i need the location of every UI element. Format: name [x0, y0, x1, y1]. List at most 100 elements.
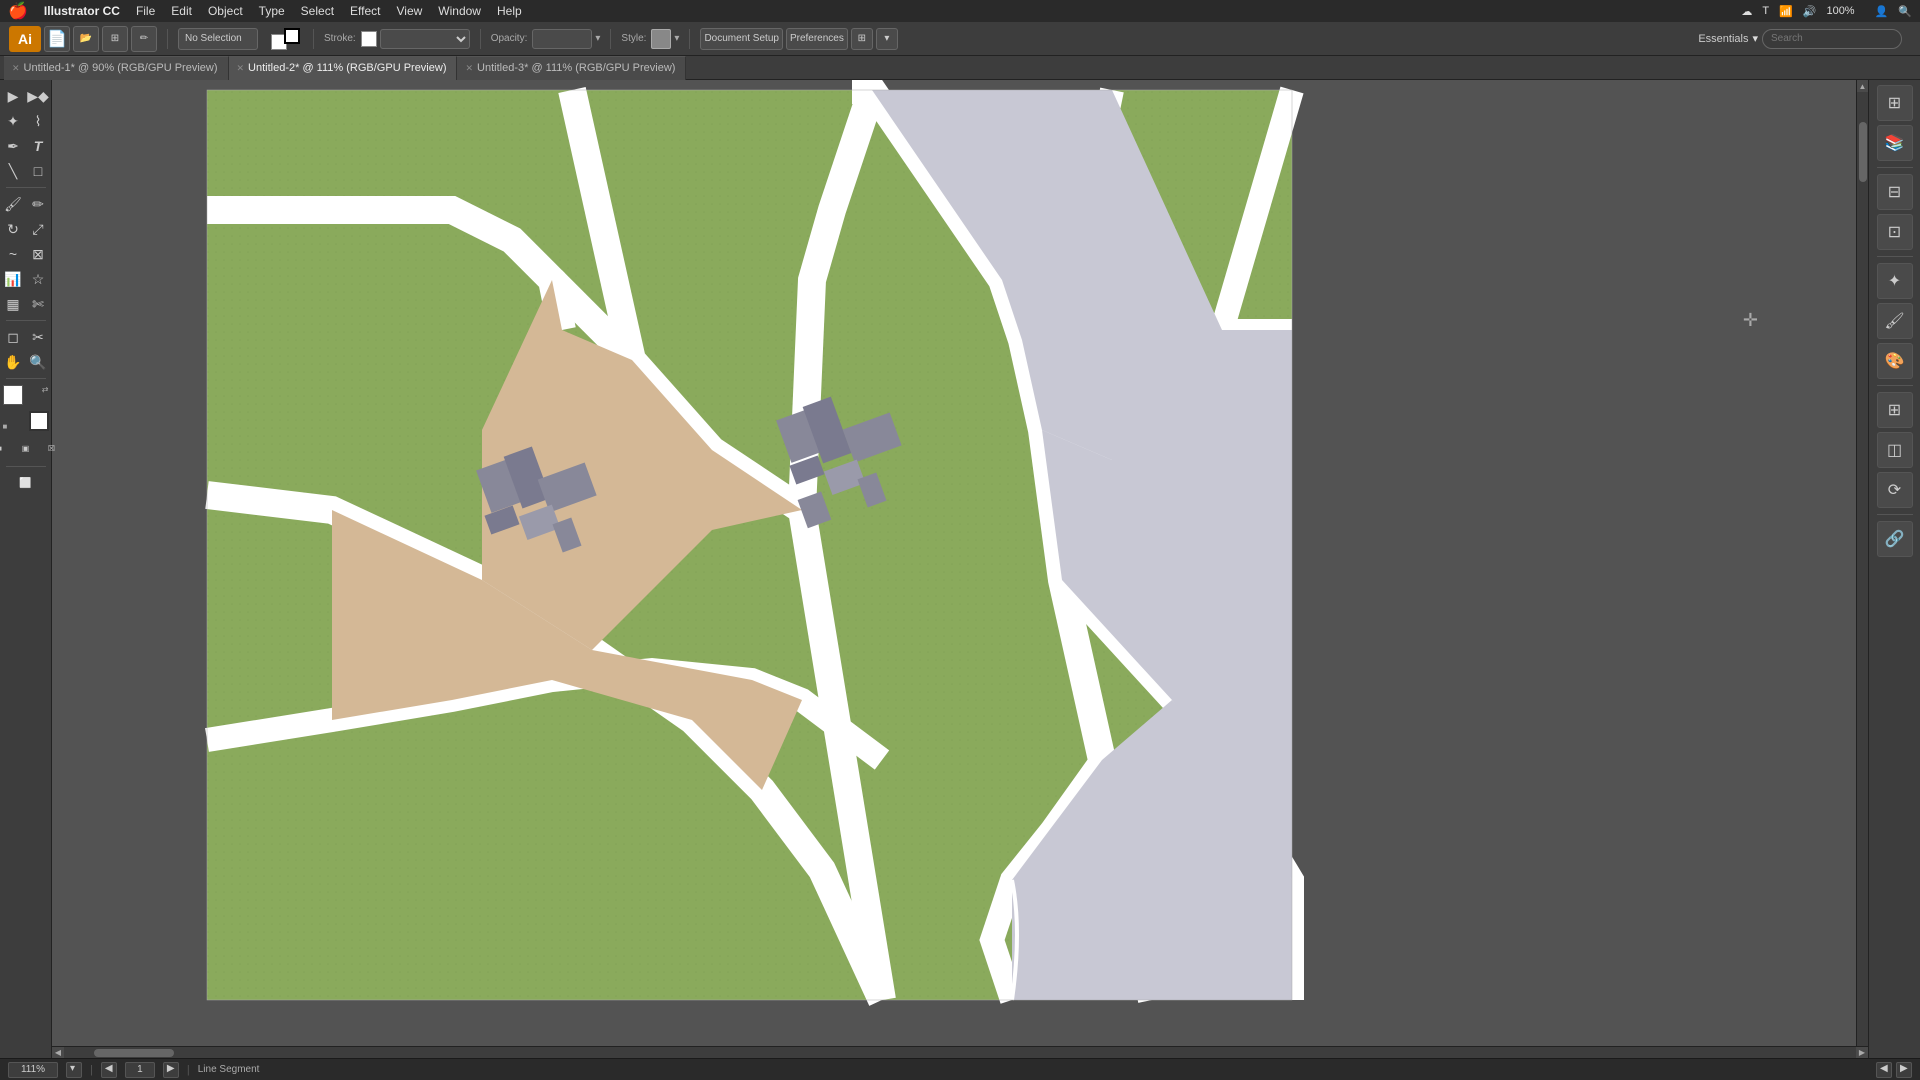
menu-window[interactable]: Window	[438, 4, 481, 18]
tab2-close[interactable]: ✕	[237, 63, 245, 74]
symbols-btn[interactable]: ✦	[1877, 263, 1913, 299]
pathfinder-btn[interactable]: ◫	[1877, 432, 1913, 468]
scale-tool[interactable]: ⤢	[26, 217, 50, 241]
stroke-weight-select[interactable]: 3 pt. Round	[380, 29, 470, 49]
workspace-selector[interactable]: Essentials ▾	[1698, 29, 1914, 49]
eraser-tool[interactable]: ◻	[1, 325, 25, 349]
preferences-btn[interactable]: Preferences	[786, 28, 848, 50]
swatches-btn[interactable]: 🎨	[1877, 343, 1913, 379]
menu-object[interactable]: Object	[208, 4, 243, 18]
transform-tool[interactable]: ⊠	[26, 242, 50, 266]
artboards-btn[interactable]: ⊡	[1877, 214, 1913, 250]
sep3	[480, 29, 481, 49]
graph-tool[interactable]: 📊	[1, 267, 25, 291]
extra-btn2[interactable]: ▾	[876, 28, 898, 50]
prev-page-btn[interactable]: ◀	[101, 1062, 117, 1078]
menu-help[interactable]: Help	[497, 4, 522, 18]
grid-view-btn[interactable]: ⊞	[102, 26, 128, 52]
slice-tool[interactable]: ✄	[26, 292, 50, 316]
tab3-close[interactable]: ✕	[465, 63, 473, 74]
zoom-input[interactable]: 111%	[8, 1062, 58, 1078]
artboard-nav-right[interactable]: ▶	[1896, 1062, 1912, 1078]
scroll-thumb-horizontal[interactable]	[94, 1049, 174, 1057]
page-input[interactable]	[125, 1062, 155, 1078]
scroll-right-arrow[interactable]: ▶	[1856, 1047, 1868, 1059]
line-tool[interactable]: ╲	[1, 159, 25, 183]
tab1-close[interactable]: ✕	[12, 63, 20, 74]
status-sep1: |	[90, 1064, 93, 1076]
next-page-btn[interactable]: ▶	[163, 1062, 179, 1078]
rotate-tool[interactable]: ↻	[1, 217, 25, 241]
workspace-dropdown-icon[interactable]: ▾	[1752, 32, 1758, 45]
hand-tool[interactable]: ✋	[1, 350, 25, 374]
sep4	[610, 29, 611, 49]
new-doc-btn[interactable]: 📄	[44, 26, 70, 52]
open-btn[interactable]: 📂	[73, 26, 99, 52]
properties-btn[interactable]: ⊞	[1877, 85, 1913, 121]
type-tool[interactable]: T	[26, 134, 50, 158]
fill-stroke-color-picker[interactable]: ⇄ ■	[3, 385, 49, 431]
search-input[interactable]	[1762, 29, 1902, 49]
style-box[interactable]	[651, 29, 671, 49]
transform-panel-btn[interactable]: ⟳	[1877, 472, 1913, 508]
tab-untitled3[interactable]: ✕ Untitled-3* @ 111% (RGB/GPU Preview)	[457, 56, 686, 80]
extra-btn1[interactable]: ⊞	[851, 28, 873, 50]
scissors-tool[interactable]: ✂	[26, 325, 50, 349]
color-mode-fill[interactable]: ■	[0, 436, 12, 460]
libraries-btn[interactable]: 📚	[1877, 125, 1913, 161]
tab-untitled1[interactable]: ✕ Untitled-1* @ 90% (RGB/GPU Preview)	[4, 56, 229, 80]
align-btn[interactable]: ⊞	[1877, 392, 1913, 428]
opacity-input[interactable]: 100%	[532, 29, 592, 49]
tool-row-8: 📊 ☆	[1, 267, 50, 291]
toolbox: ▶ ▶◆ ✦ ⌇ ✒ T ╲ □ 🖌 ✏ ↻ ⤢ ~ ⊠ 📊 ☆ ▦ ✄ ◻ ✂…	[0, 80, 52, 1080]
menu-effect[interactable]: Effect	[350, 4, 380, 18]
menu-select[interactable]: Select	[301, 4, 334, 18]
symbol-tool[interactable]: ☆	[26, 267, 50, 291]
layers-btn[interactable]: ⊟	[1877, 174, 1913, 210]
opacity-arrow[interactable]: ▾	[595, 33, 600, 44]
zoom-dropdown[interactable]: ▾	[66, 1062, 82, 1078]
menu-view[interactable]: View	[397, 4, 423, 18]
stroke-box[interactable]	[284, 28, 300, 44]
scrollbar-horizontal[interactable]: ◀ ▶	[52, 1046, 1868, 1058]
menu-file[interactable]: File	[136, 4, 155, 18]
lasso-tool[interactable]: ⌇	[26, 109, 50, 133]
reset-icon[interactable]: ■	[3, 422, 8, 431]
brushes-btn[interactable]: 🖌	[1877, 303, 1913, 339]
column-graph-tool[interactable]: ▦	[1, 292, 25, 316]
menu-type[interactable]: Type	[259, 4, 285, 18]
workspace-label: Essentials	[1698, 33, 1748, 45]
tool-sep-4	[6, 466, 46, 467]
swap-icon[interactable]: ⇄	[42, 385, 49, 394]
scrollbar-vertical[interactable]: ▲	[1856, 80, 1868, 1058]
gradient-mode[interactable]: ▣	[14, 436, 38, 460]
document-setup-btn[interactable]: Document Setup	[700, 28, 783, 50]
magic-wand-tool[interactable]: ✦	[1, 109, 25, 133]
shape-tool[interactable]: □	[26, 159, 50, 183]
warp-tool[interactable]: ~	[1, 242, 25, 266]
stroke-color[interactable]	[361, 31, 377, 47]
brush-btn[interactable]: ✏	[131, 26, 157, 52]
scroll-up-arrow[interactable]: ▲	[1857, 80, 1869, 92]
paintbrush-tool[interactable]: 🖌	[1, 192, 25, 216]
links-btn[interactable]: 🔗	[1877, 521, 1913, 557]
direct-selection-tool[interactable]: ▶◆	[26, 84, 50, 108]
font-icon: T	[1762, 5, 1769, 17]
menu-edit[interactable]: Edit	[171, 4, 192, 18]
scroll-left-arrow[interactable]: ◀	[52, 1047, 64, 1059]
fill-color-front[interactable]	[3, 385, 23, 405]
pen-tool[interactable]: ✒	[1, 134, 25, 158]
pencil-tool[interactable]: ✏	[26, 192, 50, 216]
stroke-color-back[interactable]	[29, 411, 49, 431]
stroke-label: Stroke:	[324, 33, 356, 44]
selection-tool[interactable]: ▶	[1, 84, 25, 108]
none-mode[interactable]: ☒	[40, 436, 64, 460]
draw-mode[interactable]: ⬜	[4, 471, 48, 495]
status-right: ◀ ▶	[1876, 1062, 1912, 1078]
artboard-nav-left[interactable]: ◀	[1876, 1062, 1892, 1078]
scroll-thumb-vertical[interactable]	[1859, 122, 1867, 182]
tab-untitled2[interactable]: ✕ Untitled-2* @ 111% (RGB/GPU Preview)	[229, 56, 458, 80]
search-icon[interactable]: 🔍	[1898, 5, 1912, 18]
zoom-tool[interactable]: 🔍	[26, 350, 50, 374]
style-arrow[interactable]: ▾	[674, 33, 679, 44]
